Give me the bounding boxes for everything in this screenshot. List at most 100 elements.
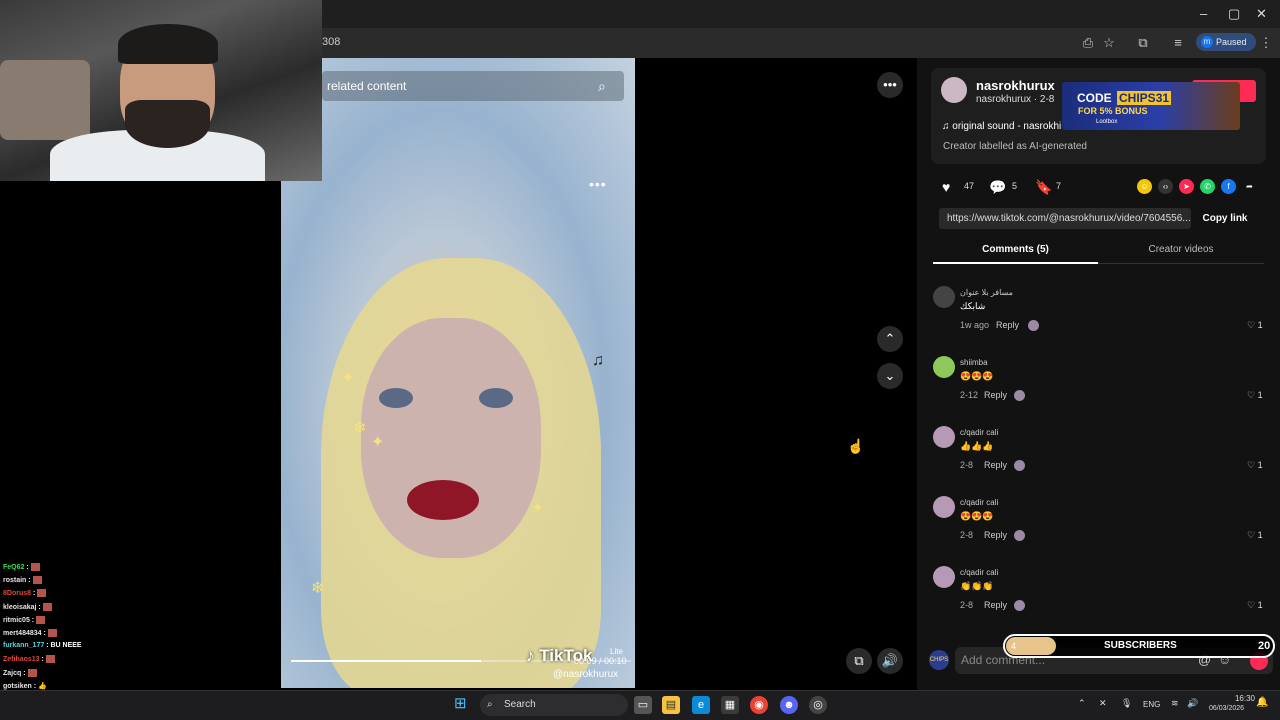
comment-reply-button[interactable]: Reply xyxy=(984,390,1007,400)
tray-chevron-icon[interactable]: ⌃ xyxy=(1078,698,1086,709)
comment-time: 2-12 xyxy=(960,390,979,400)
chat-emote-icon xyxy=(27,668,37,677)
comment-author[interactable]: c/qadir cali xyxy=(960,568,998,577)
music-note-icon[interactable]: ♫ xyxy=(592,352,604,370)
language-indicator[interactable]: ENG xyxy=(1143,700,1160,709)
embed-icon[interactable]: ‹› xyxy=(1158,179,1173,194)
comment-icon[interactable]: 💬 xyxy=(989,179,1006,196)
maximize-button[interactable]: ▢ xyxy=(1228,6,1240,22)
chat-message: mert484834 : xyxy=(3,629,57,637)
pip-icon[interactable]: ⧉ xyxy=(846,648,872,674)
taskbar-search[interactable]: ⌕ Search xyxy=(480,694,628,716)
task-view-icon[interactable]: ▭ xyxy=(634,696,652,714)
sound-link[interactable]: ♫ original sound - nasrokhi xyxy=(942,121,1061,132)
chrome-icon[interactable]: ◉ xyxy=(750,696,768,714)
more-options-icon[interactable]: ••• xyxy=(877,72,903,98)
volume-icon[interactable]: 🔊 xyxy=(877,648,903,674)
reading-list-icon[interactable]: ≡ xyxy=(1170,35,1186,51)
chat-username: Zajcq xyxy=(3,669,22,677)
comment-time: 1w ago xyxy=(960,320,990,330)
notification-icon[interactable]: 🔔 xyxy=(1256,697,1268,708)
comment-author[interactable]: مسافر بلا عنوان xyxy=(960,288,1013,297)
comment-reply-button[interactable]: Reply xyxy=(984,600,1007,610)
whatsapp-icon[interactable]: ✆ xyxy=(1200,179,1215,194)
video-link-field[interactable]: https://www.tiktok.com/@nasrokhurux/vide… xyxy=(939,208,1191,229)
comment-author[interactable]: c/qadir cali xyxy=(960,498,998,507)
comment-avatar[interactable] xyxy=(933,566,955,588)
comment-reply-button[interactable]: Reply xyxy=(984,530,1007,540)
discord-icon[interactable]: ☻ xyxy=(780,696,798,714)
chat-message: gotsiken : 👍 xyxy=(3,682,47,690)
comment-avatar[interactable] xyxy=(933,426,955,448)
extensions-icon[interactable]: ⧉ xyxy=(1135,35,1151,51)
chat-username: kleoisakaj xyxy=(3,603,37,611)
paused-label: Paused xyxy=(1216,37,1247,47)
chat-emote-icon xyxy=(37,589,47,598)
send-icon[interactable]: ➤ xyxy=(1179,179,1194,194)
ai-generated-label: Creator labelled as AI-generated xyxy=(943,141,1087,152)
bookmark-icon[interactable]: 🔖 xyxy=(1035,179,1052,196)
like-icon[interactable]: ♥ xyxy=(942,179,950,195)
copy-link-button[interactable]: Copy link xyxy=(1196,208,1254,229)
chat-username: Zefihaos13 xyxy=(3,656,40,664)
comment-creator-liked-avatar xyxy=(1014,390,1025,401)
comment-text: شابكك xyxy=(960,301,986,311)
tab-comments[interactable]: Comments (5) xyxy=(933,238,1098,264)
speaker-icon[interactable]: 🔊 xyxy=(1187,698,1198,709)
comment-reply-button[interactable]: Reply xyxy=(996,320,1019,330)
video-user-handle: @nasrokhurux xyxy=(553,669,619,680)
user-avatar: CHIPS xyxy=(929,650,949,670)
comment-reply-button[interactable]: Reply xyxy=(984,460,1007,470)
comment-text: 😍😍😍 xyxy=(960,371,994,381)
browser-menu-icon[interactable]: ⋮ xyxy=(1258,35,1274,51)
start-windows-icon[interactable]: ⊞ xyxy=(454,695,472,713)
facebook-icon[interactable]: f xyxy=(1221,179,1236,194)
emoji-share-icon[interactable]: ☺ xyxy=(1137,179,1152,194)
bookmark-star-icon[interactable]: ☆ xyxy=(1101,35,1117,51)
comment-creator-liked-avatar xyxy=(1014,600,1025,611)
comment-creator-liked-avatar xyxy=(1028,320,1039,331)
comment-creator-liked-avatar xyxy=(1014,460,1025,471)
next-video-icon[interactable]: ⌄ xyxy=(877,363,903,389)
edge-icon[interactable]: e xyxy=(692,696,710,714)
microphone-icon[interactable]: 🎙 xyxy=(1121,698,1132,709)
store-icon[interactable]: ▦ xyxy=(721,696,739,714)
comment-author[interactable]: c/qadir cali xyxy=(960,428,998,437)
chat-emote-icon xyxy=(32,576,42,585)
profile-paused-button[interactable]: m Paused xyxy=(1196,33,1256,51)
clock-date[interactable]: 06/03/2026 xyxy=(1209,705,1244,712)
obs-icon[interactable]: ◎ xyxy=(809,696,827,714)
chat-message: Zefihaos13 : xyxy=(3,655,55,664)
video-progress-fill xyxy=(291,660,482,662)
comment-like-button[interactable]: ♡ 1 xyxy=(1247,320,1263,331)
chat-message: kleoisakaj : xyxy=(3,602,52,611)
comment-like-button[interactable]: ♡ 1 xyxy=(1247,460,1263,471)
comment-like-button[interactable]: ♡ 1 xyxy=(1247,390,1263,401)
comment-avatar[interactable] xyxy=(933,286,955,308)
close-button[interactable]: ✕ xyxy=(1256,6,1267,22)
previous-video-icon[interactable]: ⌃ xyxy=(877,326,903,352)
address-bar[interactable]: 308 xyxy=(322,36,340,48)
comment-like-button[interactable]: ♡ 1 xyxy=(1247,600,1263,611)
video-more-icon[interactable]: ••• xyxy=(589,176,607,192)
comment-author[interactable]: shiimba xyxy=(960,358,988,367)
chat-emote-icon xyxy=(42,602,52,611)
related-content-label: related content xyxy=(327,79,407,93)
comment-like-button[interactable]: ♡ 1 xyxy=(1247,530,1263,541)
video-player[interactable]: ❄ ✦ ✦ ❄ ✦ xyxy=(281,58,635,688)
creator-avatar[interactable] xyxy=(941,77,967,103)
minimize-button[interactable]: – xyxy=(1200,6,1207,21)
network-off-icon[interactable]: ✕ xyxy=(1099,698,1107,709)
chat-text: BU NEEE xyxy=(50,642,82,650)
clock-time[interactable]: 16:30 xyxy=(1225,694,1255,703)
search-icon[interactable]: ⌕ xyxy=(598,78,606,95)
creator-name[interactable]: nasrokhurux xyxy=(976,78,1055,93)
tab-creator-videos[interactable]: Creator videos xyxy=(1098,238,1264,264)
comment-text: 👏👏👏 xyxy=(960,581,994,591)
file-explorer-icon[interactable]: ▤ xyxy=(662,696,680,714)
install-app-icon[interactable]: ⎙ xyxy=(1080,35,1096,51)
wifi-icon[interactable]: ≋ xyxy=(1171,698,1179,709)
share-arrow-icon[interactable]: ➦ xyxy=(1242,179,1257,194)
comment-avatar[interactable] xyxy=(933,356,955,378)
comment-avatar[interactable] xyxy=(933,496,955,518)
